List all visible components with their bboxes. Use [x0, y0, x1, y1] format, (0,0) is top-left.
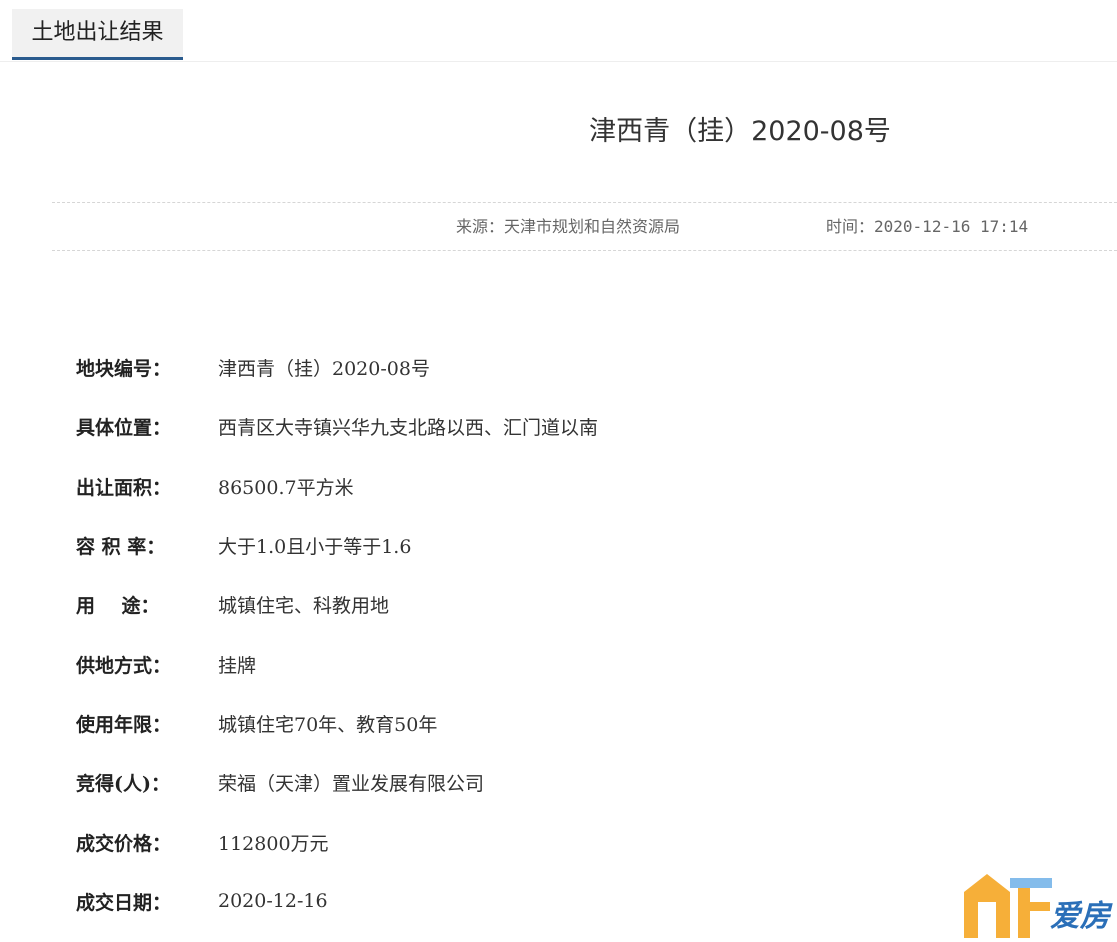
field-row-plot-number: 地块编号： 津西青（挂）2020-08号	[76, 338, 926, 397]
field-value: 荣福（天津）置业发展有限公司	[218, 773, 485, 796]
field-label: 用 途：	[76, 595, 160, 618]
land-info-list: 地块编号： 津西青（挂）2020-08号 具体位置： 西青区大寺镇兴华九支北路以…	[76, 338, 926, 931]
field-value: 挂牌	[218, 654, 257, 677]
time-info: 时间：2020-12-16 17:14	[826, 215, 1028, 239]
tab-bar: 土地出让结果	[0, 0, 1117, 62]
field-label: 使用年限：	[76, 713, 172, 736]
field-row-area: 出让面积： 86500.7平方米	[76, 457, 926, 516]
field-row-location: 具体位置： 西青区大寺镇兴华九支北路以西、汇门道以南	[76, 397, 926, 456]
source-info: 来源：天津市规划和自然资源局	[456, 215, 680, 239]
field-label: 出让面积：	[76, 476, 172, 499]
time-value: 2020-12-16 17:14	[874, 217, 1029, 236]
field-label: 地块编号：	[76, 358, 172, 381]
field-value: 大于1.0且小于等于1.6	[218, 536, 412, 559]
divider-top	[52, 202, 1117, 203]
field-label: 成交日期：	[76, 891, 172, 914]
field-row-usage: 用 途： 城镇住宅、科教用地	[76, 575, 926, 634]
source-label: 来源：	[456, 217, 505, 236]
field-label: 成交价格：	[76, 832, 172, 855]
field-row-plot-ratio: 容 积 率： 大于1.0且小于等于1.6	[76, 516, 926, 575]
watermark-text: 爱房	[1050, 899, 1110, 934]
field-row-price: 成交价格： 112800万元	[76, 812, 926, 871]
field-row-date: 成交日期： 2020-12-16	[76, 872, 926, 931]
time-label: 时间：	[826, 217, 875, 236]
field-row-winner: 竞得(人)： 荣福（天津）置业发展有限公司	[76, 753, 926, 812]
field-value: 西青区大寺镇兴华九支北路以西、汇门道以南	[218, 417, 599, 440]
field-value: 86500.7平方米	[218, 476, 354, 499]
field-value: 城镇住宅70年、教育50年	[218, 713, 438, 736]
field-label: 具体位置：	[76, 417, 172, 440]
tab-land-transfer-result[interactable]: 土地出让结果	[12, 9, 183, 60]
field-label: 供地方式：	[76, 654, 172, 677]
source-value: 天津市规划和自然资源局	[504, 217, 681, 236]
field-label: 竞得(人)：	[76, 773, 170, 796]
divider-bottom	[52, 250, 1117, 251]
field-row-supply-method: 供地方式： 挂牌	[76, 634, 926, 693]
field-value: 2020-12-16	[218, 890, 328, 913]
field-value: 112800万元	[218, 832, 329, 855]
field-label: 容 积 率：	[76, 536, 166, 559]
field-value: 城镇住宅、科教用地	[218, 595, 390, 618]
field-row-term: 使用年限： 城镇住宅70年、教育50年	[76, 694, 926, 753]
page-title: 津西青（挂）2020-08号	[589, 116, 891, 147]
field-value: 津西青（挂）2020-08号	[218, 358, 430, 381]
